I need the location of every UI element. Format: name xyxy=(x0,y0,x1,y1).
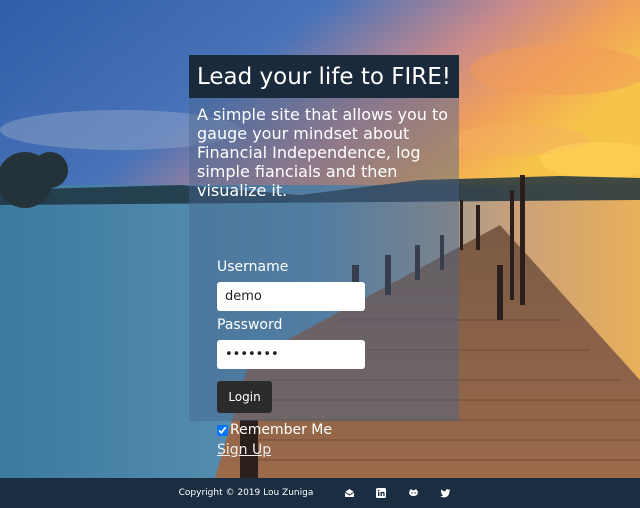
github-icon[interactable] xyxy=(405,485,421,501)
title-bar: Lead your life to FIRE! xyxy=(189,55,459,98)
twitter-icon[interactable] xyxy=(437,485,453,501)
signup-link[interactable]: Sign Up xyxy=(217,442,271,458)
username-label: Username xyxy=(217,259,289,275)
panel-body: A simple site that allows you to gauge y… xyxy=(189,98,459,458)
footer: Copyright © 2019 Lou Zuniga xyxy=(0,478,640,508)
login-button[interactable]: Login xyxy=(217,381,272,413)
linkedin-icon[interactable] xyxy=(373,485,389,501)
copyright-text: Copyright © 2019 Lou Zuniga xyxy=(178,488,314,498)
intro-text: A simple site that allows you to gauge y… xyxy=(197,105,449,200)
username-input[interactable] xyxy=(217,282,365,311)
remember-me[interactable]: Remember Me xyxy=(217,422,332,438)
password-label: Password xyxy=(217,317,283,333)
remember-me-label: Remember Me xyxy=(230,422,332,438)
page-title: Lead your life to FIRE! xyxy=(196,63,452,90)
remember-me-checkbox[interactable] xyxy=(217,424,228,436)
login-panel: Lead your life to FIRE! A simple site th… xyxy=(189,55,459,458)
email-icon[interactable] xyxy=(341,485,357,501)
password-input[interactable] xyxy=(217,340,365,369)
